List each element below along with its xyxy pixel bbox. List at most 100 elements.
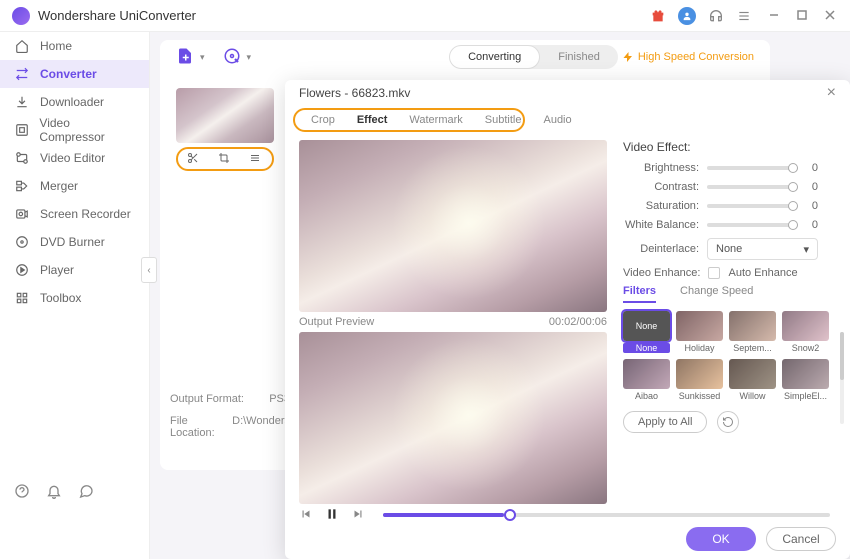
- filter-none[interactable]: NoneNone: [623, 311, 670, 353]
- progress-bar[interactable]: [383, 513, 830, 517]
- filter-willow[interactable]: Willow: [729, 359, 776, 401]
- next-frame-button[interactable]: [351, 507, 367, 523]
- modal-close-button[interactable]: ×: [827, 84, 836, 102]
- white-balance-value: 0: [806, 219, 818, 231]
- sidebar-item-label: Downloader: [40, 95, 104, 109]
- sidebar-item-recorder[interactable]: Screen Recorder: [0, 200, 149, 228]
- menu-icon[interactable]: [736, 8, 752, 24]
- output-format-label: Output Format:: [170, 393, 244, 405]
- sidebar-item-downloader[interactable]: Downloader: [0, 88, 149, 116]
- bell-icon[interactable]: [46, 483, 62, 499]
- sidebar-item-editor[interactable]: Video Editor: [0, 144, 149, 172]
- tab-converting[interactable]: Converting: [449, 45, 540, 69]
- tab-subtitle[interactable]: Subtitle: [485, 114, 522, 126]
- sidebar-collapse-button[interactable]: ‹: [141, 257, 157, 283]
- sidebar-item-label: Toolbox: [40, 291, 81, 305]
- subtab-change-speed[interactable]: Change Speed: [680, 285, 753, 303]
- support-icon[interactable]: [708, 8, 724, 24]
- saturation-value: 0: [806, 200, 818, 212]
- brightness-slider[interactable]: [707, 166, 798, 170]
- ok-button[interactable]: OK: [686, 527, 756, 551]
- maximize-button[interactable]: [796, 9, 810, 23]
- window-close-button[interactable]: [824, 9, 838, 23]
- sidebar-item-compressor[interactable]: Video Compressor: [0, 116, 149, 144]
- help-icon[interactable]: [14, 483, 30, 499]
- user-icon[interactable]: [678, 7, 696, 25]
- reset-button[interactable]: [717, 411, 739, 433]
- sidebar-item-label: Screen Recorder: [40, 207, 131, 221]
- auto-enhance-checkbox[interactable]: [708, 267, 720, 279]
- white-balance-slider[interactable]: [707, 223, 798, 227]
- subtab-filters[interactable]: Filters: [623, 285, 656, 303]
- add-file-button[interactable]: [176, 47, 196, 67]
- deinterlace-select[interactable]: None▾: [707, 238, 818, 260]
- player-icon: [14, 262, 30, 278]
- sidebar-item-label: Video Compressor: [39, 116, 135, 144]
- video-thumbnail-card[interactable]: [176, 88, 274, 171]
- tab-finished[interactable]: Finished: [540, 45, 618, 69]
- add-dvd-button[interactable]: [223, 47, 243, 67]
- file-location-value[interactable]: D:\Wonders: [232, 415, 290, 439]
- filter-aibao[interactable]: Aibao: [623, 359, 670, 401]
- sidebar-item-home[interactable]: Home: [0, 32, 149, 60]
- dvd-icon: [14, 234, 30, 250]
- sidebar-item-player[interactable]: Player: [0, 256, 149, 284]
- original-preview: [299, 140, 607, 312]
- progress-handle[interactable]: [504, 509, 516, 521]
- preview-label: Output Preview: [299, 316, 374, 328]
- filter-simpleel[interactable]: SimpleEl...: [782, 359, 829, 401]
- deinterlace-label: Deinterlace: [623, 243, 699, 255]
- filter-sunkissed[interactable]: Sunkissed: [676, 359, 723, 401]
- cancel-button[interactable]: Cancel: [766, 527, 836, 551]
- filter-snow2[interactable]: Snow2: [782, 311, 829, 353]
- sidebar-item-merger[interactable]: Merger: [0, 172, 149, 200]
- converter-icon: [14, 66, 30, 82]
- white-balance-label: White Balance: [623, 219, 699, 231]
- sidebar-item-label: Converter: [40, 67, 97, 81]
- filters-scrollbar[interactable]: [840, 332, 844, 424]
- gift-icon[interactable]: [650, 8, 666, 24]
- apply-to-all-button[interactable]: Apply to All: [623, 411, 707, 433]
- saturation-label: Saturation: [623, 200, 699, 212]
- download-icon: [14, 94, 30, 110]
- playback-controls: [299, 507, 836, 523]
- add-dvd-dropdown-icon[interactable]: ▾: [247, 52, 252, 63]
- sidebar-item-label: DVD Burner: [40, 235, 105, 249]
- app-title: Wondershare UniConverter: [38, 8, 650, 23]
- chevron-down-icon: ▾: [803, 243, 809, 256]
- sidebar: Home Converter Downloader Video Compress…: [0, 32, 150, 559]
- output-preview: [299, 332, 607, 504]
- sidebar-item-toolbox[interactable]: Toolbox: [0, 284, 149, 312]
- saturation-slider[interactable]: [707, 204, 798, 208]
- editor-modal: Flowers - 66823.mkv × Crop Effect Waterm…: [285, 80, 850, 559]
- settings-icon[interactable]: [249, 152, 263, 166]
- crop-icon[interactable]: [218, 152, 232, 166]
- sidebar-item-converter[interactable]: Converter: [0, 60, 149, 88]
- sidebar-item-dvd[interactable]: DVD Burner: [0, 228, 149, 256]
- tab-effect[interactable]: Effect: [357, 114, 388, 126]
- editor-tabs: Crop Effect Watermark Subtitle Audio: [293, 108, 525, 132]
- trim-icon[interactable]: [187, 152, 201, 166]
- contrast-slider[interactable]: [707, 185, 798, 189]
- add-file-dropdown-icon[interactable]: ▾: [200, 52, 205, 63]
- pause-button[interactable]: [325, 507, 341, 523]
- titlebar: Wondershare UniConverter: [0, 0, 850, 32]
- filter-holiday[interactable]: Holiday: [676, 311, 723, 353]
- output-info: Output Format:PS3 File Location:D:\Wonde…: [170, 393, 290, 449]
- contrast-value: 0: [806, 181, 818, 193]
- tab-audio[interactable]: Audio: [543, 114, 571, 126]
- tab-watermark[interactable]: Watermark: [409, 114, 462, 126]
- minimize-button[interactable]: [768, 9, 782, 23]
- sidebar-item-label: Home: [40, 39, 72, 53]
- video-effect-title: Video Effect:: [623, 140, 818, 154]
- filter-september[interactable]: Septem...: [729, 311, 776, 353]
- high-speed-toggle[interactable]: High Speed Conversion: [622, 51, 754, 63]
- merger-icon: [14, 178, 30, 194]
- sidebar-item-label: Merger: [40, 179, 78, 193]
- chat-icon[interactable]: [78, 483, 94, 499]
- prev-frame-button[interactable]: [299, 507, 315, 523]
- timecode: 00:02/00:06: [549, 316, 607, 328]
- tab-crop[interactable]: Crop: [311, 114, 335, 126]
- app-logo: [12, 7, 30, 25]
- contrast-label: Contrast: [623, 181, 699, 193]
